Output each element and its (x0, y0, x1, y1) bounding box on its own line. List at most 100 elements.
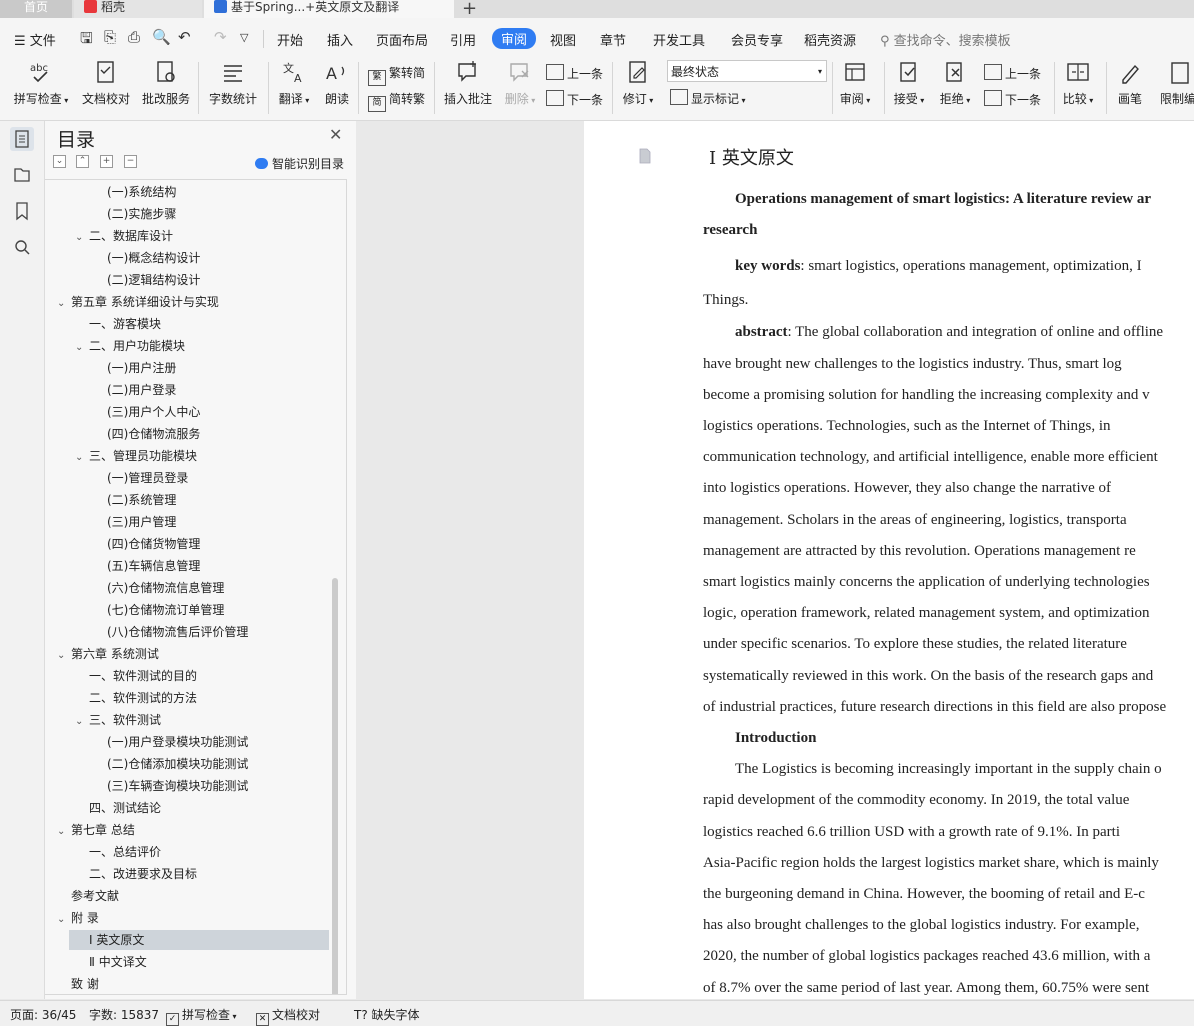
compare-button[interactable]: 比较 ▾ (1060, 60, 1096, 107)
toc-item[interactable]: (二)用户登录 (107, 380, 176, 400)
toc-item[interactable]: (一)管理员登录 (107, 468, 188, 488)
toc-item[interactable]: 二、软件测试的方法 (75, 688, 197, 708)
toc-scrollbar[interactable] (332, 578, 338, 994)
toc-item[interactable]: (七)仓储物流订单管理 (107, 600, 224, 620)
menu-chapter[interactable]: 章节 (600, 30, 626, 49)
file-menu[interactable]: ☰ 文件 (14, 30, 56, 49)
smart-toc-button[interactable]: 智能识别目录 (255, 155, 344, 172)
toc-item[interactable]: (三)车辆查询模块功能测试 (107, 776, 248, 796)
quick-access-dropdown-icon[interactable]: ▽ (240, 31, 248, 44)
chevron-down-icon[interactable]: ⌄ (57, 910, 71, 930)
tab-home[interactable]: 首页 (0, 0, 72, 18)
toc-item[interactable]: ⌄ 附 录 (57, 908, 99, 928)
status-doc-proof[interactable]: ✕ 文档校对 (256, 1006, 320, 1026)
toc-item[interactable]: Ⅱ 中文译文 (75, 952, 147, 972)
toc-item[interactable]: 致 谢 (57, 974, 99, 994)
toc-item[interactable]: ⌄ 三、软件测试 (75, 710, 161, 730)
batch-service-button[interactable]: 批改服务 (140, 60, 192, 107)
new-tab-plus-icon[interactable]: + (462, 0, 477, 19)
collapse-all-icon[interactable]: ⌄ (53, 155, 66, 168)
toc-item[interactable]: (三)用户个人中心 (107, 402, 200, 422)
toc-item[interactable]: ⌄ 二、用户功能模块 (75, 336, 185, 356)
menu-page-layout[interactable]: 页面布局 (376, 30, 428, 49)
toc-item[interactable]: 一、软件测试的目的 (75, 666, 197, 686)
translate-button[interactable]: 文A 翻译 ▾ (276, 60, 312, 107)
print-preview-icon[interactable]: 🔍 (152, 28, 171, 46)
toc-item[interactable]: (五)车辆信息管理 (107, 556, 200, 576)
missing-font[interactable]: T? 缺失字体 (354, 1006, 420, 1023)
toc-item[interactable]: (一)用户注册 (107, 358, 176, 378)
review-pane-button[interactable]: 审阅 ▾ (838, 60, 872, 107)
toc-item[interactable]: 一、总结评价 (75, 842, 161, 862)
next-change-button[interactable]: 下一条 (984, 90, 1041, 108)
chevron-down-icon[interactable]: ⌄ (57, 822, 71, 842)
chevron-down-icon[interactable]: ⌄ (57, 294, 71, 314)
toc-item[interactable]: (一)系统结构 (107, 182, 176, 202)
toc-item[interactable]: (二)逻辑结构设计 (107, 270, 200, 290)
toc-item[interactable]: 一、游客模块 (75, 314, 161, 334)
chevron-down-icon[interactable]: ⌄ (57, 646, 71, 666)
menu-developer[interactable]: 开发工具 (653, 30, 705, 49)
track-changes-button[interactable]: 修订 ▾ (620, 60, 656, 107)
reject-button[interactable]: 拒绝 ▾ (938, 60, 972, 107)
toc-item[interactable]: 参考文献 (57, 886, 119, 906)
command-search[interactable]: ⚲ 查找命令、搜索模板 (880, 30, 1011, 49)
ink-button[interactable]: 画笔 (1114, 60, 1146, 107)
close-icon[interactable]: ✕ (329, 125, 342, 144)
toc-item[interactable]: (一)概念结构设计 (107, 248, 200, 268)
expand-up-icon[interactable]: ⌃ (76, 155, 89, 168)
next-comment-button[interactable]: 下一条 (546, 90, 603, 108)
toc-item[interactable]: (四)仓储货物管理 (107, 534, 200, 554)
toc-item[interactable]: ⌄ 第六章 系统测试 (57, 644, 159, 664)
toc-item[interactable]: (二)系统管理 (107, 490, 176, 510)
simp-to-trad-button[interactable]: 简简转繁 (368, 90, 425, 112)
status-spell-check[interactable]: ✓ 拼写检查 ▾ (166, 1006, 237, 1026)
menu-view[interactable]: 视图 (550, 30, 576, 49)
menu-insert[interactable]: 插入 (327, 30, 353, 49)
menu-start[interactable]: 开始 (277, 30, 303, 49)
doc-proof-button[interactable]: 文档校对 (80, 60, 132, 107)
document-page[interactable]: Ⅰ 英文原文 Operations management of smart lo… (584, 121, 1194, 999)
chevron-down-icon[interactable]: ⌄ (75, 448, 89, 468)
prev-comment-button[interactable]: 上一条 (546, 64, 603, 82)
word-count[interactable]: 字数: 15837 (89, 1006, 159, 1023)
menu-docer-resources[interactable]: 稻壳资源 (804, 30, 856, 49)
bookmark-icon[interactable] (10, 199, 34, 223)
menu-references[interactable]: 引用 (450, 30, 476, 49)
toc-item[interactable]: ⌄ 二、数据库设计 (75, 226, 173, 246)
export-pdf-icon[interactable]: ⎘ (104, 28, 116, 46)
search-icon[interactable] (10, 235, 34, 259)
toc-item[interactable]: 四、测试结论 (75, 798, 161, 818)
toc-item[interactable]: ⌄ 三、管理员功能模块 (75, 446, 197, 466)
toc-item[interactable]: (八)仓储物流售后评价管理 (107, 622, 248, 642)
accept-button[interactable]: 接受 ▾ (892, 60, 926, 107)
toc-item[interactable]: ⌄ 第七章 总结 (57, 820, 135, 840)
show-marks-button[interactable]: 显示标记 ▾ (670, 89, 746, 107)
toc-item[interactable]: 二、改进要求及目标 (75, 864, 197, 884)
chevron-down-icon[interactable]: ⌄ (75, 712, 89, 732)
trad-to-simp-button[interactable]: 繁繁转简 (368, 64, 425, 86)
menu-membership[interactable]: 会员专享 (731, 30, 783, 49)
print-icon[interactable]: ⎙ (128, 28, 140, 46)
undo-icon[interactable]: ↶ (178, 28, 191, 46)
remove-heading-icon[interactable]: − (124, 155, 137, 168)
toc-icon[interactable] (10, 127, 34, 151)
toc-item[interactable]: (二)实施步骤 (107, 204, 176, 224)
toc-item[interactable]: (四)仓储物流服务 (107, 424, 200, 444)
save-icon[interactable]: 🖫 (80, 28, 93, 53)
redo-icon[interactable]: ↷ (214, 28, 227, 46)
toc-item[interactable]: ⌄ 第五章 系统详细设计与实现 (57, 292, 219, 312)
chevron-down-icon[interactable]: ⌄ (75, 228, 89, 248)
prev-change-button[interactable]: 上一条 (984, 64, 1041, 82)
toc-item[interactable]: (三)用户管理 (107, 512, 176, 532)
paragraph-marker-icon[interactable] (638, 148, 652, 164)
markup-status-select[interactable]: 最终状态 ▾ (667, 60, 827, 82)
page-indicator[interactable]: 页面: 36/45 (10, 1006, 76, 1023)
toc-item[interactable]: (一)用户登录模块功能测试 (107, 732, 248, 752)
read-aloud-button[interactable]: A 朗读 (322, 60, 352, 107)
tab-docer[interactable]: 稻壳 (74, 0, 202, 18)
chapter-nav-icon[interactable] (10, 163, 34, 187)
add-heading-icon[interactable]: + (100, 155, 113, 168)
restrict-editing-button[interactable]: 限制编 (1160, 60, 1194, 107)
insert-comment-button[interactable]: 插入批注 (442, 60, 494, 107)
